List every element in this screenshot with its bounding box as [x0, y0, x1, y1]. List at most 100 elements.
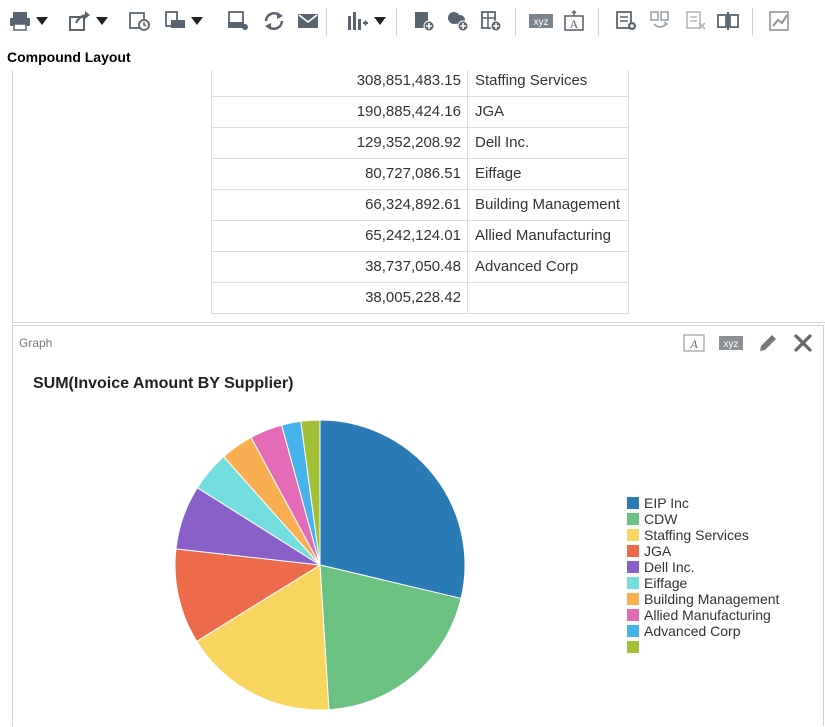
narrative-icon: xyz [528, 12, 554, 30]
supplier-cell: JGA [475, 103, 505, 120]
dropdown-arrow-icon[interactable] [191, 17, 203, 25]
refresh-button[interactable] [262, 8, 286, 34]
email-button[interactable] [296, 8, 320, 34]
title-icon[interactable]: A [683, 334, 705, 357]
table-row: 308,851,483.15 Staffing Services [212, 70, 628, 97]
legend-label: Staffing Services [644, 527, 749, 543]
table-panel: 308,851,483.15 Staffing Services 190,885,4… [12, 70, 825, 323]
svg-text:xyz: xyz [724, 339, 739, 350]
table-row: 38,005,228.42 [212, 283, 628, 314]
dropdown-arrow-icon[interactable] [36, 17, 48, 25]
email-icon [296, 10, 320, 32]
legend-swatch [627, 641, 639, 653]
legend-swatch [627, 529, 639, 541]
amount-cell: 65,242,124.01 [212, 221, 468, 251]
export-button[interactable] [68, 8, 108, 34]
amount-cell: 129,352,208.92 [212, 128, 468, 158]
xyz-label-icon[interactable]: xyz [719, 335, 743, 356]
legend-swatch [627, 625, 639, 637]
supplier-cell: Allied Manufacturing [475, 227, 611, 244]
legend-item[interactable]: Allied Manufacturing [627, 607, 779, 623]
print-button[interactable] [8, 8, 48, 34]
legend-label: JGA [644, 543, 672, 559]
print-options-button[interactable] [163, 8, 203, 34]
layout-add-button[interactable] [614, 8, 638, 34]
add-view-button[interactable] [446, 8, 470, 34]
title-button[interactable]: A [562, 8, 586, 34]
schedule-button[interactable] [128, 8, 152, 34]
offline-icon [226, 10, 250, 32]
layout-split-icon [716, 10, 740, 32]
add-table-icon [412, 10, 436, 32]
svg-text:xyz: xyz [534, 17, 549, 28]
legend-item[interactable]: CDW [627, 511, 779, 527]
supplier-cell: Dell Inc. [475, 134, 530, 151]
print-options-icon [163, 10, 187, 32]
amount-cell: 308,851,483.15 [212, 70, 468, 96]
legend-label: Advanced Corp [644, 623, 741, 639]
add-table-button[interactable] [412, 8, 436, 34]
export-icon [68, 10, 92, 32]
toolbar-separator [326, 8, 327, 36]
legend-swatch [627, 545, 639, 557]
layout-remove-button[interactable] [684, 8, 708, 34]
refresh-icon [262, 10, 286, 32]
insert-chart-button[interactable] [346, 8, 386, 34]
offline-button[interactable] [226, 8, 250, 34]
chart-legend: EIP Inc CDW Staffing Services JGA Dell Inc. E… [627, 495, 779, 655]
legend-item[interactable]: Staffing Services [627, 527, 779, 543]
legend-label: EIP Inc [644, 495, 689, 511]
legend-item[interactable]: Eiffage [627, 575, 779, 591]
svg-text:A: A [570, 17, 579, 31]
edit-icon[interactable] [757, 332, 779, 359]
legend-label: Building Management [644, 591, 780, 607]
table-row: 129,352,208.92 Dell Inc. [212, 128, 628, 159]
legend-item[interactable] [627, 639, 779, 655]
amount-cell: 38,737,050.48 [212, 252, 468, 282]
supplier-cell: Eiffage [475, 165, 522, 182]
data-table: 308,851,483.15 Staffing Services 190,885,4… [211, 70, 629, 314]
amount-cell: 66,324,892.61 [212, 190, 468, 220]
supplier-cell: Advanced Corp [475, 258, 579, 275]
legend-swatch [627, 497, 639, 509]
narrative-button[interactable]: xyz [528, 8, 554, 34]
schedule-icon [128, 10, 152, 32]
dropdown-arrow-icon[interactable] [96, 17, 108, 25]
toolbar-separator [396, 8, 397, 36]
page-title: Compound Layout [7, 49, 131, 65]
graph-properties-button[interactable] [768, 8, 792, 34]
legend-label: CDW [644, 511, 678, 527]
layout-split-button[interactable] [716, 8, 740, 34]
dropdown-arrow-icon[interactable] [374, 17, 386, 25]
graph-tools: A xyz [683, 332, 813, 359]
toolbar-separator [515, 8, 516, 36]
legend-swatch [627, 513, 639, 525]
legend-item[interactable]: EIP Inc [627, 495, 779, 511]
legend-item[interactable]: Advanced Corp [627, 623, 779, 639]
legend-item[interactable]: Dell Inc. [627, 559, 779, 575]
supplier-cell: Staffing Services [475, 72, 588, 89]
layout-add-icon [614, 10, 638, 32]
legend-swatch [627, 561, 639, 573]
legend-item[interactable]: JGA [627, 543, 779, 559]
amount-cell: 190,885,424.16 [212, 97, 468, 127]
add-pivot-icon [479, 10, 503, 32]
title-icon: A [562, 10, 586, 32]
legend-item[interactable]: Building Management [627, 591, 779, 607]
supplier-cell: Building Management [475, 196, 621, 213]
legend-swatch [627, 577, 639, 589]
layout-swap-button[interactable] [648, 8, 672, 34]
legend-label: Eiffage [644, 575, 688, 591]
toolbar-separator [598, 8, 599, 36]
add-pivot-button[interactable] [479, 8, 503, 34]
layout-swap-icon [648, 10, 672, 32]
amount-cell: 80,727,086.51 [212, 159, 468, 189]
legend-swatch [627, 609, 639, 621]
supplier-cell [468, 283, 628, 313]
legend-label: Dell Inc. [644, 559, 695, 575]
table-row: 38,737,050.48 Advanced Corp [212, 252, 628, 283]
close-icon[interactable] [793, 333, 813, 358]
report-toolbar: xyz A [0, 0, 825, 44]
layout-remove-icon [684, 10, 708, 32]
pie-chart [174, 419, 466, 711]
